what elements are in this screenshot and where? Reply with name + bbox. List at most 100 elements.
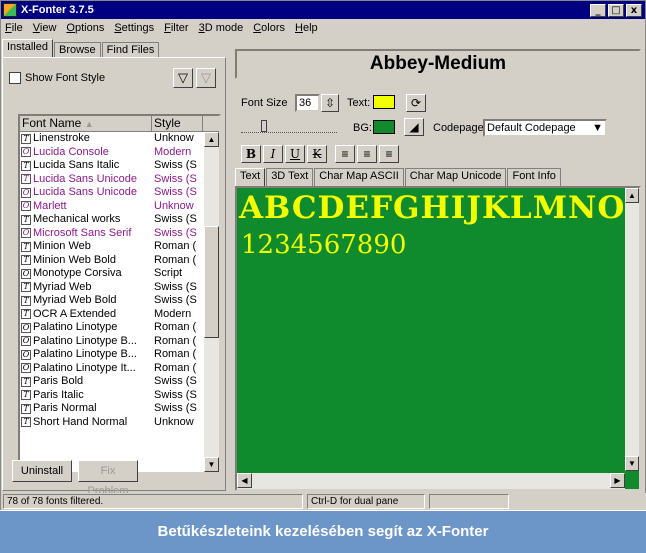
uninstall-button[interactable]: Uninstall bbox=[12, 460, 72, 482]
tab-char-map-ascii[interactable]: Char Map ASCII bbox=[314, 168, 404, 186]
list-item[interactable]: T OCR A Extended Modern bbox=[20, 308, 219, 322]
list-item[interactable]: T Myriad Web Bold Swiss (S bbox=[20, 294, 219, 308]
underline-button[interactable]: U bbox=[285, 145, 305, 163]
opentype-font-icon: O bbox=[21, 187, 31, 198]
tab-font-info[interactable]: Font Info bbox=[507, 168, 561, 186]
opentype-font-icon: O bbox=[21, 201, 31, 212]
size-slider[interactable] bbox=[241, 120, 337, 133]
list-item[interactable]: O Palatino Linotype Roman ( bbox=[20, 321, 219, 335]
font-style: Roman ( bbox=[154, 361, 197, 374]
title-bar: X-Fonter 3.7.5 _ □ x bbox=[1, 1, 645, 19]
tab-3d-text[interactable]: 3D Text bbox=[266, 168, 314, 186]
clear-filter-icon[interactable]: ▽ bbox=[196, 68, 216, 88]
menu-settings[interactable]: Settings bbox=[114, 22, 154, 34]
font-style: Swiss (S bbox=[154, 280, 197, 293]
preview-digits: 1234567890 bbox=[241, 230, 407, 260]
list-item[interactable]: T Myriad Web Swiss (S bbox=[20, 281, 219, 295]
font-name: Paris Italic bbox=[33, 388, 84, 401]
list-item[interactable]: T Minion Web Roman ( bbox=[20, 240, 219, 254]
fix-problem-button[interactable]: Fix Problem bbox=[78, 460, 138, 497]
menu-help[interactable]: Help bbox=[295, 22, 318, 34]
text-color-swatch[interactable] bbox=[373, 95, 395, 109]
list-item[interactable]: O Palatino Linotype B... Roman ( bbox=[20, 348, 219, 362]
list-item[interactable]: O Lucida Sans Unicode Swiss (S bbox=[20, 186, 219, 200]
tab-installed[interactable]: Installed bbox=[2, 39, 53, 57]
list-item[interactable]: O Marlett Unknow bbox=[20, 200, 219, 214]
align-left-icon[interactable]: ≡ bbox=[335, 145, 355, 163]
column-style[interactable]: Style bbox=[152, 116, 203, 131]
tab-browse[interactable]: Browse bbox=[53, 42, 101, 57]
slider-thumb[interactable] bbox=[261, 120, 267, 132]
codepage-select[interactable]: Default Codepage ▼ bbox=[483, 119, 607, 137]
spinner-icon[interactable]: ⇳ bbox=[321, 94, 339, 112]
font-list[interactable]: Font Name ▲ Style T Linenstroke Unknow O Luc… bbox=[18, 114, 221, 474]
preview-scroll-up-button[interactable]: ▲ bbox=[625, 188, 639, 203]
strikeout-button[interactable]: K bbox=[307, 145, 327, 163]
font-style: Swiss (S bbox=[154, 375, 197, 387]
list-item[interactable]: T Paris Normal Swiss (S bbox=[20, 402, 219, 416]
invert-icon[interactable]: ◢ bbox=[404, 118, 424, 136]
menu-file[interactable]: File bbox=[5, 22, 23, 34]
list-item[interactable]: T Lucida Sans Unicode Swiss (S bbox=[20, 173, 219, 187]
minimize-button[interactable]: _ bbox=[590, 3, 606, 17]
list-item[interactable]: T Minion Web Bold Roman ( bbox=[20, 254, 219, 268]
preview-horizontal-scrollbar[interactable]: ◀ ▶ bbox=[237, 473, 625, 489]
font-name: Palatino Linotype bbox=[33, 321, 118, 334]
truetype-font-icon: T bbox=[21, 214, 31, 225]
app-window: X-Fonter 3.7.5 _ □ x File View Options S… bbox=[0, 0, 646, 510]
scroll-down-button[interactable]: ▼ bbox=[204, 457, 219, 472]
chevron-down-icon[interactable]: ▼ bbox=[592, 121, 603, 135]
font-name: Myriad Web Bold bbox=[33, 294, 117, 307]
font-size-input[interactable]: 36 bbox=[295, 94, 320, 112]
preview-scroll-left-button[interactable]: ◀ bbox=[237, 473, 252, 488]
list-item[interactable]: O Palatino Linotype It... Roman ( bbox=[20, 362, 219, 376]
tab-char-map-unicode[interactable]: Char Map Unicode bbox=[404, 168, 507, 186]
font-name: Minion Web bbox=[33, 240, 91, 253]
align-right-icon[interactable]: ≡ bbox=[379, 145, 399, 163]
menu-view[interactable]: View bbox=[33, 22, 57, 34]
preview-scroll-right-button[interactable]: ▶ bbox=[610, 473, 625, 488]
list-item[interactable]: O Palatino Linotype B... Roman ( bbox=[20, 335, 219, 349]
italic-button[interactable]: I bbox=[263, 145, 283, 163]
list-item[interactable]: T Paris Bold Swiss (S bbox=[20, 375, 219, 389]
filter-icon[interactable]: ▽ bbox=[173, 68, 193, 88]
tab-find-files[interactable]: Find Files bbox=[101, 42, 160, 57]
font-style: Unknow bbox=[154, 132, 194, 144]
list-item[interactable]: O Microsoft Sans Serif Swiss (S bbox=[20, 227, 219, 241]
font-style: Unknow bbox=[154, 199, 194, 212]
menu-options[interactable]: Options bbox=[66, 22, 104, 34]
checkbox-box[interactable] bbox=[9, 72, 21, 84]
list-item[interactable]: T Lucida Sans Italic Swiss (S bbox=[20, 159, 219, 173]
align-center-icon[interactable]: ≡ bbox=[357, 145, 377, 163]
menu-filter[interactable]: Filter bbox=[164, 22, 188, 34]
bg-color-swatch[interactable] bbox=[373, 120, 395, 134]
font-name: Short Hand Normal bbox=[33, 415, 128, 428]
list-item[interactable]: T Mechanical works Swiss (S bbox=[20, 213, 219, 227]
tab-text[interactable]: Text bbox=[235, 168, 266, 186]
scroll-up-button[interactable]: ▲ bbox=[204, 132, 219, 147]
truetype-font-icon: T bbox=[21, 255, 31, 266]
menu-3d-mode[interactable]: 3D mode bbox=[199, 22, 244, 34]
maximize-button[interactable]: □ bbox=[608, 3, 624, 17]
preview-vertical-scrollbar[interactable]: ▲ ▼ bbox=[625, 188, 639, 471]
font-name: Paris Bold bbox=[33, 375, 84, 388]
list-item[interactable]: T Short Hand Normal Unknow bbox=[20, 416, 219, 430]
list-item[interactable]: T Paris Italic Swiss (S bbox=[20, 389, 219, 403]
list-item[interactable]: O Monotype Corsiva Script bbox=[20, 267, 219, 281]
bg-color-label: BG: bbox=[353, 122, 372, 134]
list-scrollbar[interactable]: ▲ ▼ bbox=[204, 132, 219, 472]
font-preview-area[interactable]: ABCDEFGHIJKLMNOPQRSTU 1234567890 ▲ ▼ ◀ ▶ bbox=[235, 186, 641, 491]
preview-scroll-down-button[interactable]: ▼ bbox=[625, 456, 639, 471]
truetype-font-icon: T bbox=[21, 390, 31, 401]
show-font-style-checkbox[interactable]: Show Font Style bbox=[9, 72, 105, 84]
menu-colors[interactable]: Colors bbox=[253, 22, 285, 34]
list-header: Font Name ▲ Style bbox=[20, 116, 219, 132]
swap-colors-icon[interactable]: ⟳ bbox=[406, 94, 426, 112]
scroll-thumb[interactable] bbox=[204, 226, 219, 338]
font-name: Minion Web Bold bbox=[33, 253, 116, 266]
list-item[interactable]: O Lucida Console Modern bbox=[20, 146, 219, 160]
close-button[interactable]: x bbox=[626, 3, 642, 17]
column-font-name[interactable]: Font Name ▲ bbox=[20, 116, 152, 131]
bold-button[interactable]: B bbox=[241, 145, 261, 163]
list-item[interactable]: T Linenstroke Unknow bbox=[20, 132, 219, 146]
